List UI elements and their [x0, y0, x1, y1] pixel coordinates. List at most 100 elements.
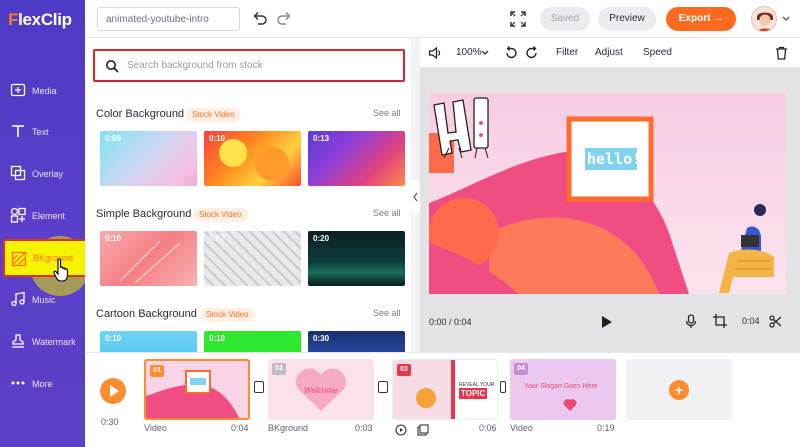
- transition-icon[interactable]: [378, 381, 388, 393]
- panel-collapse-handle[interactable]: [411, 180, 420, 214]
- nav-label: More: [32, 379, 53, 389]
- thumbnail[interactable]: 0:30: [308, 331, 405, 352]
- thumbnail[interactable]: 0:10: [100, 231, 197, 286]
- play-icon[interactable]: [601, 315, 613, 329]
- timeline-total: 0:30: [101, 417, 119, 427]
- thumbnail[interactable]: 0:20: [308, 231, 405, 286]
- chevron-down-icon[interactable]: [481, 50, 489, 56]
- flexclip-logo[interactable]: FlexClip: [8, 10, 72, 30]
- see-all-link[interactable]: See all: [373, 308, 401, 318]
- hello-text[interactable]: hello!: [587, 150, 641, 168]
- saved-button[interactable]: Saved: [540, 7, 590, 31]
- rotate-right-icon[interactable]: [525, 46, 539, 60]
- nav-label: Overlay: [32, 169, 64, 179]
- clip-duration: 0:06: [479, 423, 497, 433]
- element-icon: [10, 207, 26, 223]
- thumbnail[interactable]: 0:09: [100, 131, 197, 186]
- background-panel: Search background from stock Color Backg…: [85, 38, 411, 352]
- stock-video-badge: Stock Video: [186, 108, 241, 122]
- nav-item-more[interactable]: More: [0, 365, 85, 405]
- nav-label: Text: [32, 127, 49, 137]
- clip-duration: 0:04: [742, 316, 760, 326]
- filter-button[interactable]: Filter: [556, 47, 578, 58]
- stock-video-badge: Stock Video: [200, 308, 255, 322]
- zoom-select[interactable]: 100%: [456, 47, 482, 58]
- thumbnail[interactable]: 0:10: [100, 331, 197, 352]
- user-avatar-icon: [752, 7, 776, 31]
- clip-type: Video: [510, 423, 533, 433]
- trash-icon[interactable]: [775, 46, 788, 60]
- fullscreen-icon[interactable]: [510, 11, 526, 27]
- search-placeholder: Search background from stock: [127, 60, 263, 71]
- watermark-icon: [12, 334, 24, 348]
- more-icon: [11, 381, 25, 385]
- search-icon: [106, 60, 119, 73]
- clip-duration: 0:03: [355, 423, 373, 433]
- thumbnail[interactable]: 0:10: [204, 331, 301, 352]
- clip-duration: 0:19: [597, 423, 615, 433]
- timeline-play-button[interactable]: [100, 378, 126, 404]
- rotate-left-icon[interactable]: [504, 46, 518, 60]
- volume-icon[interactable]: [428, 46, 442, 60]
- overlay-icon: [10, 165, 26, 181]
- add-clip-button[interactable]: +: [626, 359, 732, 420]
- nav-label: Element: [32, 211, 66, 221]
- nav-item-media[interactable]: Media: [0, 72, 85, 112]
- chevron-down-icon[interactable]: [782, 16, 790, 22]
- text-icon: [12, 125, 24, 137]
- chevron-left-icon: [413, 192, 418, 202]
- undo-icon[interactable]: [252, 10, 268, 26]
- thumbnail[interactable]: 0:10: [204, 131, 301, 186]
- player-time: 0:00 / 0:04: [429, 317, 472, 327]
- background-icon: [11, 251, 27, 267]
- speed-button[interactable]: Speed: [643, 47, 672, 58]
- section-title-color: Color Background: [96, 108, 185, 120]
- section-title-cartoon: Cartoon Background: [96, 308, 197, 320]
- see-all-link[interactable]: See all: [373, 108, 401, 118]
- timeline-clip-02[interactable]: 02 Welcome: [268, 359, 374, 420]
- layers-icon[interactable]: [417, 424, 429, 436]
- nav-label: Media: [32, 86, 57, 96]
- nav-item-element[interactable]: Element: [0, 197, 85, 237]
- timeline-clip-01[interactable]: 01: [144, 359, 250, 420]
- top-bar: animated-youtube-intro Saved Preview Exp…: [85, 0, 800, 38]
- clip-type: BKground: [268, 423, 309, 433]
- add-icon: +: [669, 380, 689, 400]
- transition-icon[interactable]: [254, 381, 264, 393]
- nav-label: Watermark: [32, 337, 76, 347]
- scissors-icon[interactable]: [769, 315, 782, 328]
- clip-duration: 0:04: [231, 423, 249, 433]
- transition-icon[interactable]: [500, 381, 506, 393]
- video-canvas[interactable]: hello!: [429, 93, 786, 294]
- media-icon: [10, 83, 26, 97]
- redo-icon[interactable]: [276, 10, 292, 26]
- nav-item-bkground[interactable]: BKground: [3, 239, 87, 277]
- nav-item-music[interactable]: Music: [0, 281, 85, 321]
- play-icon: [110, 385, 119, 397]
- adjust-button[interactable]: Adjust: [595, 47, 623, 58]
- microphone-icon[interactable]: [685, 314, 697, 329]
- crop-icon[interactable]: [713, 314, 727, 328]
- timeline-clip-04[interactable]: 04 Your Slogan Goes Here: [510, 359, 616, 420]
- nav-item-watermark[interactable]: Watermark: [0, 323, 85, 363]
- see-all-link[interactable]: See all: [373, 208, 401, 218]
- nav-label: Music: [32, 295, 56, 305]
- editor-toolbar: 100% Filter Adjust Speed: [420, 38, 800, 68]
- timeline-clip-03[interactable]: 03 REVEAL YOUR TOPIC: [392, 359, 498, 420]
- hand-cursor-icon: [53, 258, 68, 282]
- project-name-input[interactable]: animated-youtube-intro: [97, 7, 240, 31]
- music-icon: [11, 291, 25, 307]
- thumbnail[interactable]: 0:13: [308, 131, 405, 186]
- nav-item-text[interactable]: Text: [0, 113, 85, 153]
- nav-item-overlay[interactable]: Overlay: [0, 155, 85, 195]
- preview-button[interactable]: Preview: [598, 7, 656, 31]
- thumbnail[interactable]: 0:07: [204, 231, 301, 286]
- section-title-simple: Simple Background: [96, 208, 192, 220]
- export-button[interactable]: Export →: [666, 7, 736, 31]
- avatar[interactable]: [751, 6, 777, 32]
- stock-video-badge: Stock Video: [193, 208, 248, 222]
- clip-type: Video: [144, 423, 167, 433]
- left-nav: FlexClip Media Text Overlay Element BKgr…: [0, 0, 90, 447]
- play-circle-icon[interactable]: [395, 424, 407, 436]
- search-input[interactable]: Search background from stock: [93, 49, 405, 82]
